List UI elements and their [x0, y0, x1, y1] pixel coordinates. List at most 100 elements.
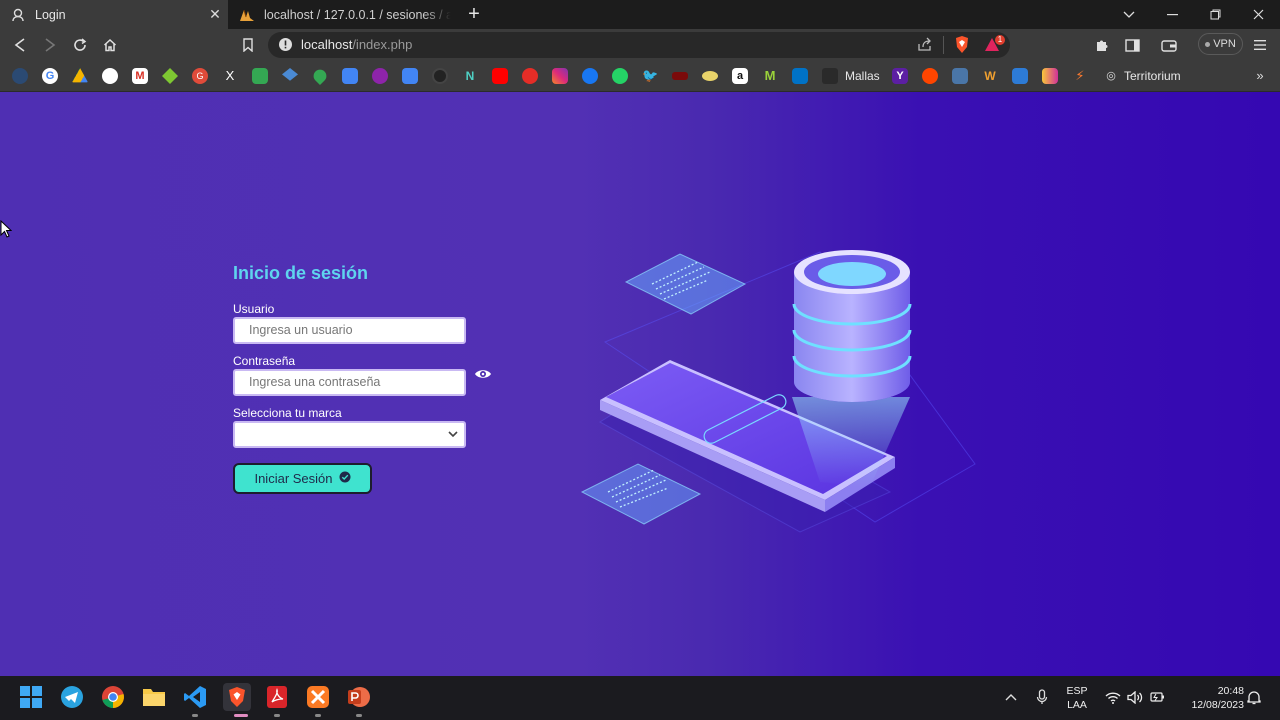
bookmark-territorium-icon[interactable]: ◎ [1103, 68, 1119, 84]
phpmyadmin-favicon-icon [239, 7, 255, 23]
bookmark-spotify-icon[interactable] [432, 68, 448, 84]
microphone-icon[interactable] [1029, 684, 1055, 710]
bookmark-movistar-icon[interactable]: M [762, 68, 778, 84]
windows-start-icon[interactable] [18, 684, 44, 710]
xampp-icon[interactable] [305, 684, 331, 710]
tab-strip: Login ✕ localhost / 127.0.0.1 / sesiones… [0, 0, 1280, 29]
password-label: Contraseña [233, 354, 296, 368]
bookmark-maps-icon[interactable] [310, 66, 330, 86]
chrome-icon[interactable] [100, 684, 126, 710]
brave-browser-icon[interactable] [223, 683, 251, 711]
bookmark-twitter-icon[interactable]: 🐦 [642, 68, 658, 84]
bookmark-icon[interactable] [237, 34, 259, 56]
brave-shields-icon[interactable] [954, 35, 970, 59]
bookmark-github-icon[interactable] [102, 68, 118, 84]
bookmark-google-icon[interactable]: G [42, 68, 58, 84]
tab-title: Login [35, 7, 66, 22]
tab-search-icon[interactable] [1107, 0, 1151, 29]
browser-toolbar: localhost/index.php 1 VPN [0, 29, 1280, 61]
bookmark-mallas-icon[interactable] [822, 68, 838, 84]
clock[interactable]: 20:48 12/08/2023 [1176, 684, 1244, 712]
user-input[interactable]: Ingresa un usuario [233, 317, 466, 344]
tab-login[interactable]: Login ✕ [0, 0, 228, 29]
close-window-icon[interactable] [1236, 0, 1280, 29]
bookmark-whatsapp-icon[interactable] [612, 68, 628, 84]
bookmark-arrow-icon[interactable] [1042, 68, 1058, 84]
bookmark-vk-icon[interactable] [952, 68, 968, 84]
reload-icon[interactable] [69, 34, 91, 56]
vscode-icon[interactable] [182, 684, 208, 710]
vpn-button[interactable]: VPN [1198, 33, 1243, 55]
show-password-eye-icon[interactable] [474, 365, 492, 383]
password-input[interactable]: Ingresa una contraseña [233, 369, 466, 396]
windows-taskbar: ESP LAA 20:48 12/08/2023 [0, 676, 1280, 720]
powerpoint-icon[interactable] [346, 684, 372, 710]
chevron-down-icon [447, 427, 459, 446]
bookmark-outlook-icon[interactable] [792, 68, 808, 84]
bookmark-gmail-icon[interactable]: M [132, 68, 148, 84]
bookmark-amazon-icon[interactable]: a [732, 68, 748, 84]
site-info-icon[interactable] [278, 37, 293, 57]
database-illustration [580, 250, 976, 533]
bookmark-layout-icon[interactable] [1012, 68, 1028, 84]
bookmark-app-icon[interactable] [372, 68, 388, 84]
bookmark-translate-icon[interactable] [402, 68, 418, 84]
brand-select[interactable] [233, 421, 466, 448]
bookmark-classroom-icon[interactable] [282, 68, 298, 81]
notification-bell-icon[interactable] [1242, 684, 1266, 710]
back-icon[interactable] [9, 34, 31, 56]
address-bar[interactable]: localhost/index.php 1 [268, 32, 1010, 58]
extensions-icon[interactable] [1091, 34, 1113, 56]
bookmark-kotlin-icon[interactable]: ⚡ [1072, 68, 1088, 84]
bookmark-facebook-icon[interactable] [582, 68, 598, 84]
new-tab-button[interactable]: + [463, 3, 485, 25]
battery-icon[interactable] [1144, 684, 1170, 710]
bookmark-docs-icon[interactable] [342, 68, 358, 84]
home-icon[interactable] [99, 34, 121, 56]
login-favicon-icon [10, 7, 26, 23]
bookmark-instagram-icon[interactable] [552, 68, 568, 84]
login-button[interactable]: Iniciar Sesión [233, 463, 372, 494]
mouse-cursor-icon [0, 219, 13, 243]
acrobat-icon[interactable] [264, 684, 290, 710]
bookmark-ext-icon[interactable] [162, 68, 178, 84]
input-language[interactable]: ESP LAA [1064, 684, 1090, 712]
bookmark-meet-icon[interactable] [252, 68, 268, 84]
user-label: Usuario [233, 302, 275, 316]
login-button-label: Iniciar Sesión [254, 471, 333, 486]
url-text: localhost/index.php [301, 37, 413, 52]
bookmark-drive-icon[interactable] [72, 68, 88, 83]
bookmark-territorium-label[interactable]: Territorium [1124, 69, 1181, 83]
check-circle-icon [339, 471, 351, 486]
bookmark-reddit-icon[interactable] [922, 68, 938, 84]
bookmark-ytmusic-icon[interactable] [522, 68, 538, 84]
show-hidden-icons-chevron-icon[interactable] [998, 684, 1024, 710]
file-explorer-icon[interactable] [141, 684, 167, 710]
bookmark-mallas-label[interactable]: Mallas [845, 69, 880, 83]
close-tab-icon[interactable]: ✕ [207, 6, 223, 23]
wallet-icon[interactable] [1158, 34, 1180, 56]
brave-rewards-icon[interactable]: 1 [984, 35, 1006, 59]
bookmark-yellow-icon[interactable] [702, 71, 718, 81]
forward-icon[interactable] [39, 34, 61, 56]
tab-phpmyadmin[interactable]: localhost / 127.0.0.1 / sesiones / admin [229, 0, 451, 29]
page-title: Inicio de sesión [233, 263, 369, 283]
bookmark-w-icon[interactable]: W [982, 68, 998, 84]
vpn-status-icon [1205, 41, 1211, 47]
bookmarks-bar: G M G X N 🐦 a M Mallas Y W ⚡ ◎ Territori… [0, 61, 1280, 92]
minimize-icon[interactable] [1150, 0, 1194, 29]
more-bookmarks-icon[interactable]: » [1252, 68, 1268, 84]
bookmark-yahoo-icon[interactable]: Y [892, 68, 908, 84]
menu-icon[interactable] [1249, 34, 1271, 56]
share-icon[interactable] [917, 37, 933, 57]
bookmark-youtube-icon[interactable] [492, 68, 508, 84]
restore-icon[interactable] [1193, 0, 1237, 29]
bookmark-gplus-icon[interactable]: G [192, 68, 208, 84]
bookmark-n-icon[interactable]: N [462, 68, 478, 84]
sidebar-icon[interactable] [1121, 34, 1143, 56]
login-page: Inicio de sesión Usuario Ingresa un usua… [0, 92, 1280, 676]
telegram-icon[interactable] [59, 684, 85, 710]
bookmark-globe-icon[interactable] [12, 68, 28, 84]
bookmark-red-icon[interactable] [672, 72, 688, 80]
bookmark-x-icon[interactable]: X [222, 68, 238, 84]
